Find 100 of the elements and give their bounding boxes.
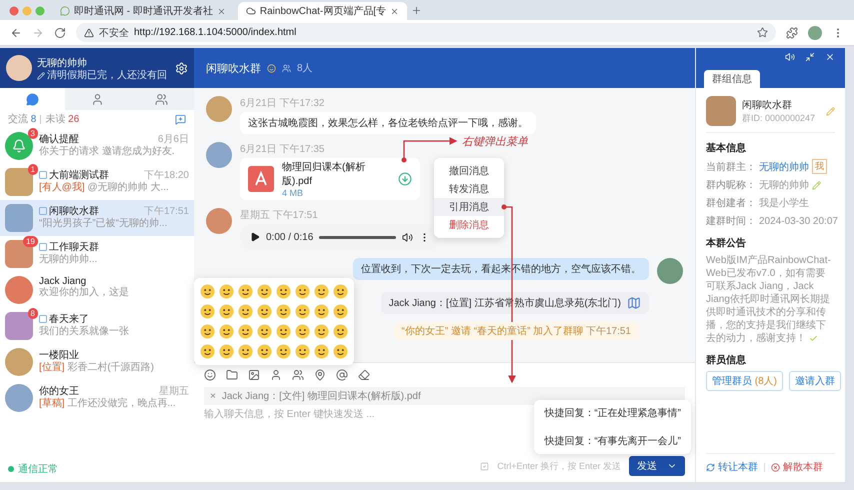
emoji-icon[interactable] (219, 344, 234, 359)
emoji-icon[interactable] (257, 344, 272, 359)
group-id: 群ID: 0000000247 (742, 112, 816, 124)
group-action-link[interactable]: 解散本群 (771, 460, 823, 474)
audio-track[interactable] (319, 236, 396, 238)
play-icon[interactable] (250, 232, 260, 242)
conversation-preview: [位置] 彩香二村(千源西路) (39, 362, 156, 374)
bookmark-star-icon[interactable] (757, 27, 768, 38)
menu-item[interactable]: 删除消息 (434, 216, 504, 234)
quick-reply-item[interactable]: 快捷回复：“正在处理紧急事情” (544, 406, 681, 420)
emoji-icon[interactable] (219, 324, 234, 339)
section-title: 本群公告 (706, 236, 747, 250)
emoji-icon[interactable] (276, 324, 291, 339)
emoji-icon[interactable] (200, 324, 215, 339)
emoji-icon[interactable] (295, 304, 310, 319)
emoji-icon[interactable] (219, 304, 234, 319)
avatar[interactable] (6, 55, 32, 81)
member-button[interactable]: 邀请入群 (789, 371, 842, 391)
message-time: 6月21日 下午17:32 (240, 97, 326, 110)
new-tab-icon[interactable] (411, 5, 422, 16)
avatar (657, 258, 683, 284)
bell-avatar-icon (5, 132, 33, 160)
unread-badge: 19 (23, 236, 38, 247)
volume-icon[interactable] (402, 232, 413, 242)
new-chat-icon[interactable] (175, 114, 186, 124)
conversation-time: 下午17:51 (144, 205, 189, 218)
emoji-icon[interactable] (238, 304, 253, 319)
audio-time: 0:00 / 0:16 (266, 232, 314, 242)
emoji-icon[interactable] (200, 304, 215, 319)
quick-reply-item[interactable]: 快捷回复：“有事先离开一会儿” (544, 434, 681, 448)
owner-tag: 我 (812, 159, 827, 174)
emoji-icon[interactable] (295, 284, 310, 299)
emoji-icon[interactable] (219, 284, 234, 299)
emoji-icon[interactable] (257, 324, 272, 339)
speaker-icon[interactable] (785, 52, 795, 62)
emoji-icon[interactable] (200, 284, 215, 299)
browser-tab[interactable]: RainbowChat-网页端产品[专 (238, 2, 408, 20)
field-value[interactable]: 无聊的帅帅 (759, 160, 809, 174)
shrink-icon[interactable] (805, 52, 815, 62)
emoji-icon[interactable] (295, 344, 310, 359)
browser-tab[interactable]: 即时通讯网 - 即时通讯开发者社 (52, 2, 234, 20)
reload-icon[interactable] (54, 26, 66, 38)
conversation-item[interactable]: 闲聊吹水群 下午17:51 “阳光男孩子”已被“无聊的帅... (0, 200, 194, 236)
close-icon[interactable] (216, 6, 226, 16)
emoji-icon[interactable] (276, 344, 291, 359)
conversation-name: 闲聊吹水群 (49, 204, 100, 218)
image-icon[interactable] (248, 369, 260, 381)
audio-player[interactable]: 0:00 / 0:16 (240, 224, 440, 250)
settings-icon[interactable] (175, 62, 188, 74)
menu-item[interactable]: 撤回消息 (434, 162, 504, 180)
send-button[interactable]: 发送 (629, 456, 685, 476)
person-icon (90, 92, 104, 106)
group-avatar (5, 204, 33, 232)
member-button[interactable]: 管理群员 (8人) (706, 371, 784, 391)
folder-icon[interactable] (226, 369, 238, 381)
emoji-icon[interactable] (238, 344, 253, 359)
emoji-icon[interactable] (238, 284, 253, 299)
member-count: 8人 (297, 62, 313, 75)
eraser-icon[interactable] (358, 369, 370, 381)
emoji-icon[interactable] (200, 344, 215, 359)
emoji-icon[interactable] (295, 324, 310, 339)
emoji-icon[interactable] (314, 304, 329, 319)
send-hint: Ctrl+Enter 换行，按 Enter 发送 (497, 460, 621, 472)
emoji-icon[interactable] (333, 344, 348, 359)
emoji-icon[interactable] (204, 369, 216, 381)
close-icon[interactable] (390, 6, 400, 16)
back-icon[interactable] (10, 26, 22, 38)
emoji-icon[interactable] (333, 304, 348, 319)
conversation-time: 下午18:20 (144, 169, 189, 182)
avatar (5, 276, 33, 304)
connection-status: 通信正常 (18, 462, 58, 476)
emoji-icon[interactable] (314, 284, 329, 299)
avatar[interactable] (808, 26, 822, 40)
group-action-link[interactable]: 转让本群 (706, 460, 758, 474)
emoji-icon[interactable] (333, 284, 348, 299)
emoji-icon[interactable] (276, 304, 291, 319)
close-icon[interactable] (825, 52, 835, 62)
conversation-preview: [有人@我] @无聊的帅帅 大... (39, 182, 170, 194)
emoji-icon[interactable] (257, 304, 272, 319)
panel-tab[interactable]: 群组信息 (704, 70, 760, 88)
emoji-icon[interactable] (238, 324, 253, 339)
at-sign-icon[interactable] (336, 369, 348, 381)
system-message: “你的女王” 邀请 “春天的童话” 加入了群聊 下午17:51 (394, 322, 639, 340)
puzzle-icon[interactable] (786, 26, 798, 38)
emoji-icon[interactable] (276, 284, 291, 299)
address-bar[interactable]: 不安全 http://192.168.1.104:5000/index.html (76, 23, 776, 42)
conversation-preview: 我们的关系就像一张 (39, 326, 130, 338)
menu-item[interactable]: 转发消息 (434, 180, 504, 198)
emoji-icon[interactable] (314, 344, 329, 359)
person-icon[interactable] (270, 369, 282, 381)
emoji-icon[interactable] (314, 324, 329, 339)
emoji-icon[interactable] (257, 284, 272, 299)
menu-item[interactable]: 引用消息 (434, 198, 504, 216)
location-pin-icon[interactable] (314, 369, 326, 381)
checkbox-icon[interactable] (480, 462, 490, 470)
group-tag-icon (39, 207, 47, 215)
emoji-icon[interactable] (333, 324, 348, 339)
file-card[interactable]: 物理回归课本(解析版).pdf 4 MB (240, 158, 420, 200)
emoji-icon (267, 64, 276, 72)
people-icon[interactable] (292, 369, 304, 381)
